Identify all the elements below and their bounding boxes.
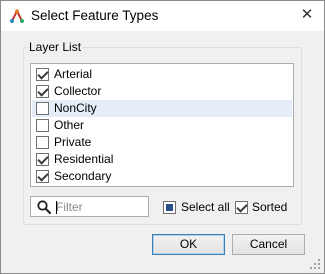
layer-checkbox[interactable] <box>36 170 49 183</box>
list-item[interactable]: Private <box>32 134 292 151</box>
layer-label: Residential <box>54 152 114 166</box>
select-all-checkbox[interactable] <box>163 201 176 214</box>
layer-list-label: Layer List <box>27 40 84 54</box>
list-item[interactable]: Collector <box>32 83 292 100</box>
window-title: Select Feature Types <box>31 8 159 23</box>
list-item[interactable]: Other <box>32 117 292 134</box>
filter-input[interactable] <box>56 198 146 215</box>
close-icon: ✕ <box>300 6 314 23</box>
layer-checkbox[interactable] <box>36 102 49 115</box>
layer-checkbox[interactable] <box>36 68 49 81</box>
close-button[interactable]: ✕ <box>296 5 318 27</box>
search-icon <box>37 200 52 215</box>
layer-checkbox[interactable] <box>36 119 49 132</box>
layer-label: Collector <box>54 84 102 98</box>
cancel-button[interactable]: Cancel <box>232 234 305 255</box>
layer-checkbox[interactable] <box>36 153 49 166</box>
layer-label: NonCity <box>54 101 97 115</box>
sorted-checkbox[interactable] <box>235 201 248 214</box>
list-item[interactable]: Secondary <box>32 168 292 185</box>
list-item[interactable]: NonCity <box>32 100 292 117</box>
list-item[interactable]: Arterial <box>32 66 292 83</box>
ok-button[interactable]: OK <box>152 234 225 255</box>
layer-label: Secondary <box>54 169 112 183</box>
sorted-label[interactable]: Sorted <box>252 200 287 214</box>
fme-workbench-icon <box>10 8 24 23</box>
filter-field[interactable] <box>30 196 149 217</box>
select-feature-types-dialog: Select Feature Types ✕ Layer List Arteri… <box>0 0 325 274</box>
layer-label: Private <box>54 135 92 149</box>
layer-label: Arterial <box>54 67 93 81</box>
layer-listbox[interactable]: Arterial Collector NonCity Other Private… <box>30 63 294 187</box>
layer-checkbox[interactable] <box>36 85 49 98</box>
list-item[interactable]: Residential <box>32 151 292 168</box>
resize-grip-icon[interactable] <box>309 258 321 270</box>
text-caret <box>56 201 57 214</box>
select-all-label[interactable]: Select all <box>181 200 230 214</box>
title-bar[interactable]: Select Feature Types ✕ <box>1 1 324 31</box>
layer-label: Other <box>54 118 85 132</box>
layer-checkbox[interactable] <box>36 136 49 149</box>
